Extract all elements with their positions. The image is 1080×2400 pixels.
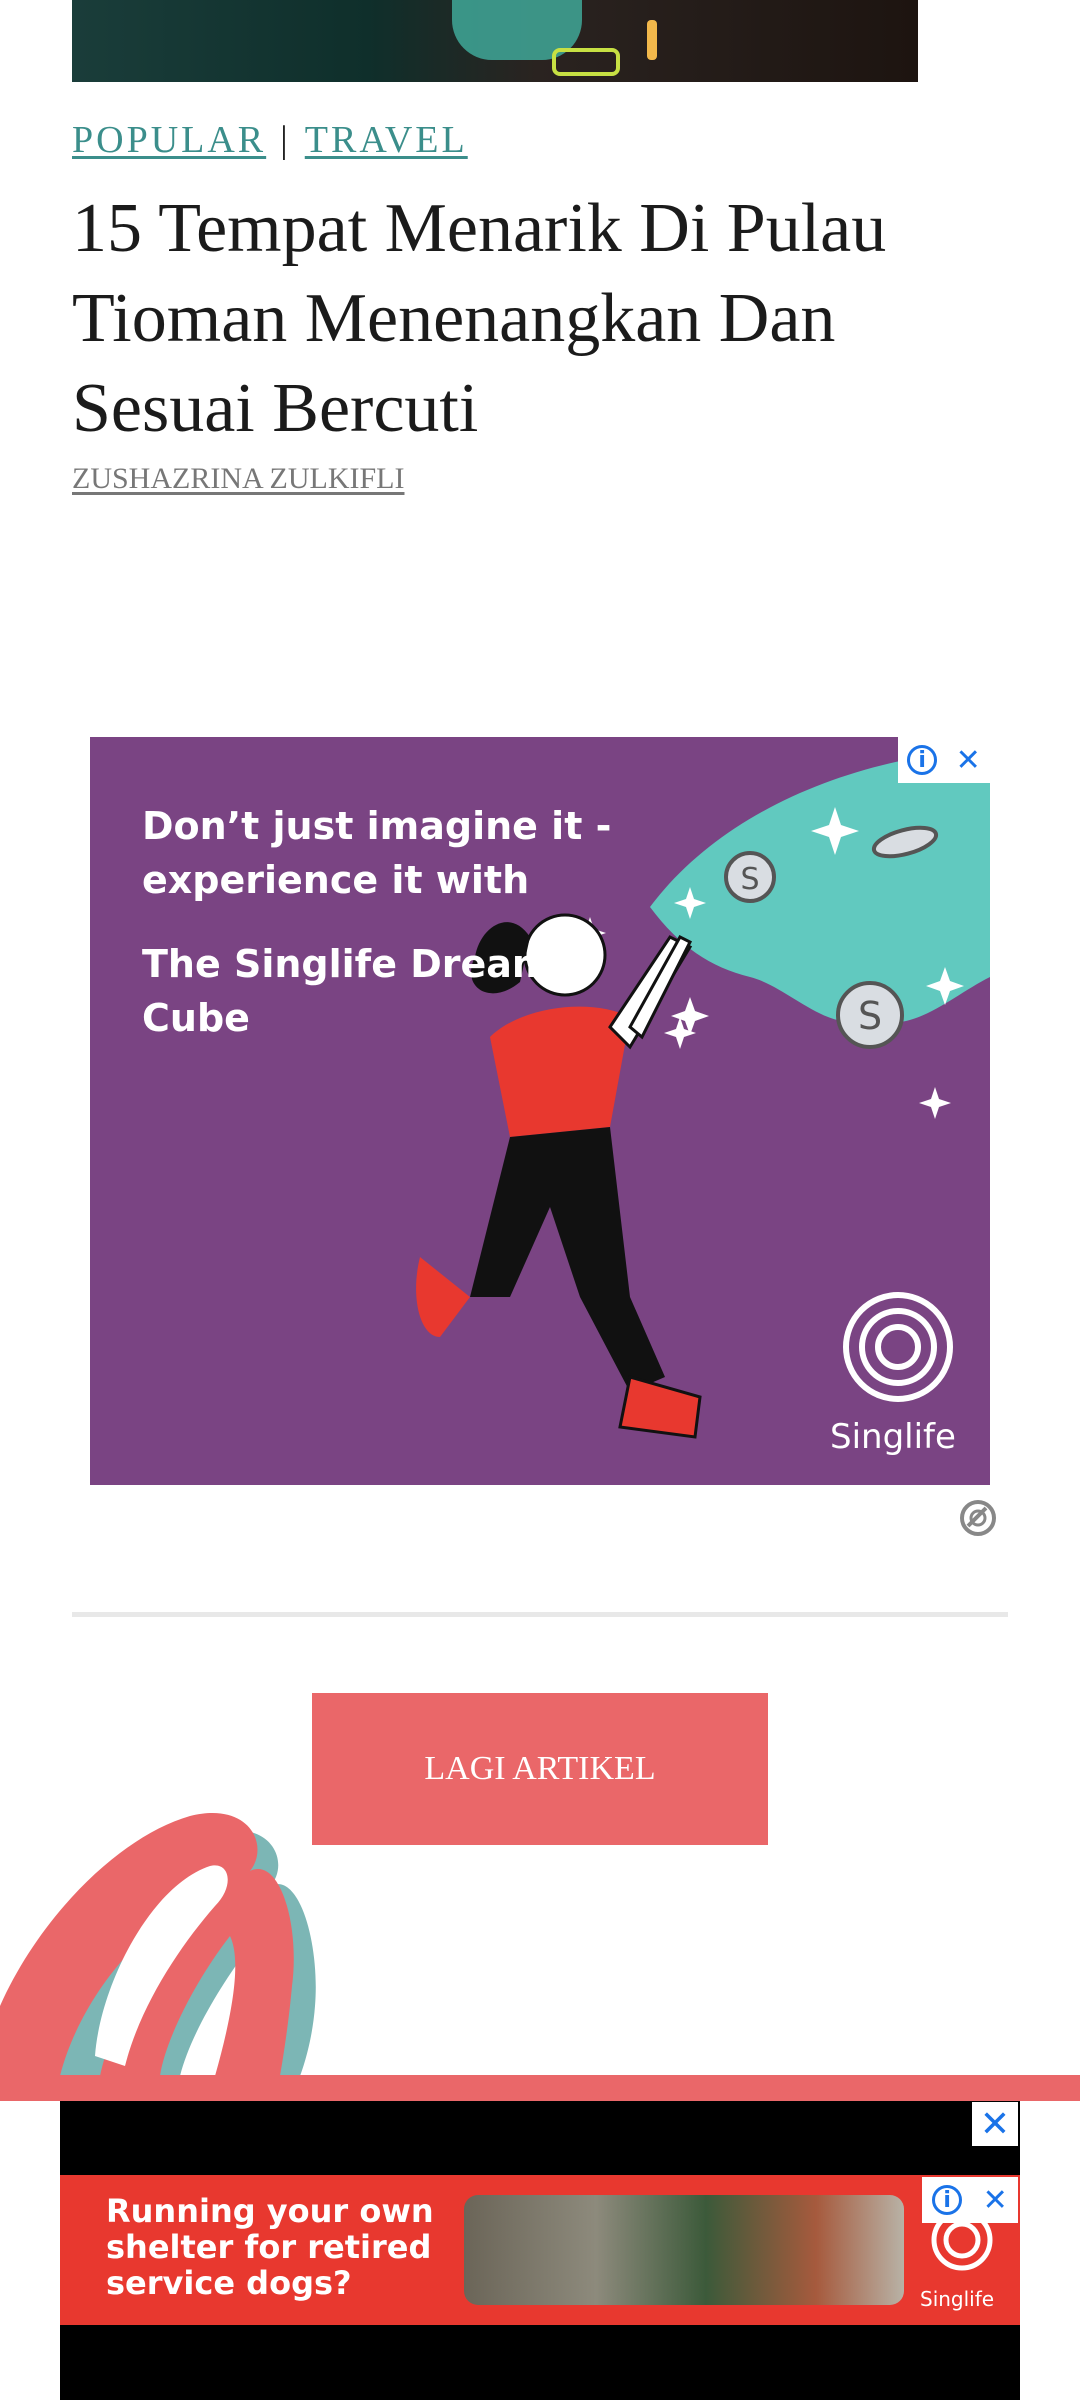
sticky-ad-close-icon[interactable]: ✕ — [972, 2102, 1018, 2146]
category-separator: | — [280, 119, 291, 161]
ad-headline: Don’t just imagine it - experience it wi… — [142, 804, 612, 902]
sticky-ad-close-icon-2[interactable]: ✕ — [983, 2183, 1008, 2218]
ad-controls: i ✕ — [898, 737, 990, 783]
ad-subheadline: The Singlife Dream Cube — [142, 942, 552, 1040]
sticky-ad-info-icon[interactable]: i — [932, 2185, 963, 2215]
site-logo-icon — [0, 1813, 316, 2076]
sticky-ad-photo — [464, 2195, 904, 2305]
ad-info-icon[interactable]: i — [907, 745, 938, 775]
section-divider — [72, 1612, 1008, 1617]
adchoices-icon[interactable] — [958, 1498, 998, 1538]
article-image[interactable] — [72, 0, 918, 82]
sticky-ad-controls: i ✕ — [922, 2177, 1018, 2223]
ad-close-icon[interactable]: ✕ — [956, 743, 981, 778]
category-link-travel[interactable]: TRAVEL — [305, 119, 468, 161]
category-link-popular[interactable]: POPULAR — [72, 119, 266, 161]
sticky-ad-brand: Singlife — [920, 2287, 995, 2311]
author-link[interactable]: ZUSHAZRINA ZULKIFLI — [72, 462, 404, 496]
sticky-ad-banner[interactable]: Running your own shelter for retired ser… — [60, 2175, 1020, 2325]
more-articles-button[interactable]: LAGI ARTIKEL — [312, 1693, 768, 1845]
ad-brand-label: Singlife — [830, 1417, 956, 1457]
ad-banner[interactable]: S S Don’t just imagine it - experience i… — [90, 737, 990, 1485]
category-links: POPULAR | TRAVEL — [72, 118, 468, 162]
sticky-ad-text: Running your own shelter for retired ser… — [106, 2192, 434, 2302]
footer-band — [0, 2075, 1080, 2101]
image-shape — [552, 48, 620, 76]
article-title[interactable]: 15 Tempat Menarik Di Pulau Tioman Menena… — [72, 184, 972, 454]
svg-text:S: S — [858, 994, 882, 1038]
image-shape — [647, 20, 657, 60]
svg-text:S: S — [740, 862, 759, 897]
